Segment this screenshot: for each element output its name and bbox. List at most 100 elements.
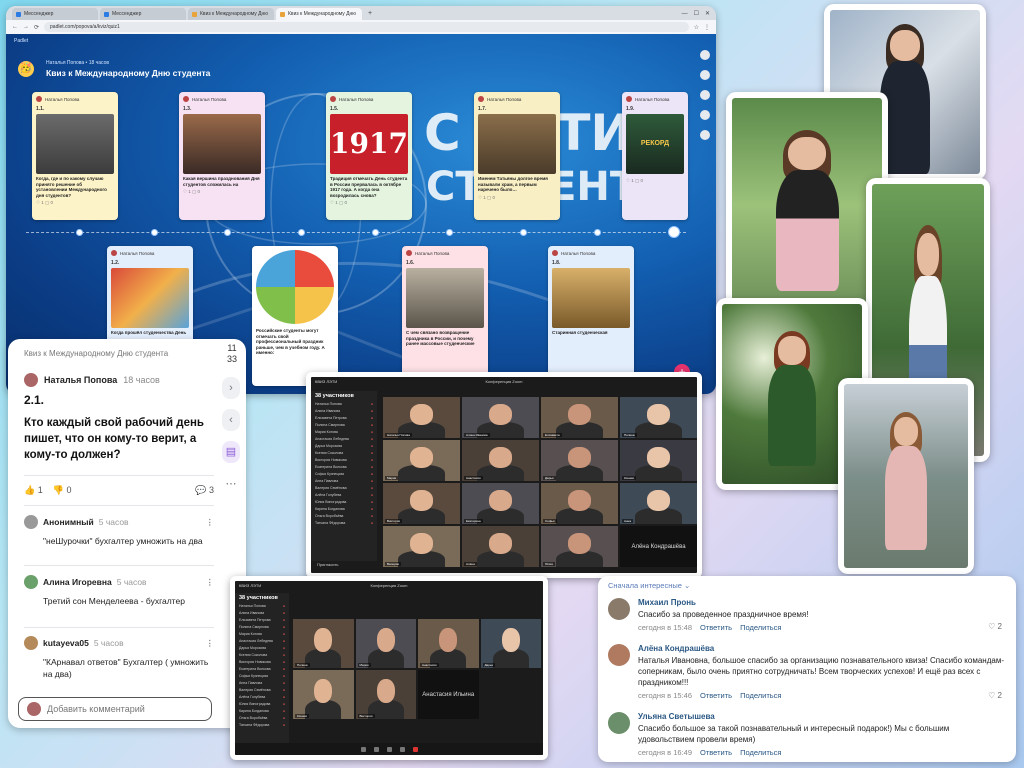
participant-item[interactable]: Екатерина Волкова ● <box>311 464 377 471</box>
participant-item[interactable]: Полина Смирнова ● <box>311 422 377 429</box>
participant-item[interactable]: Карина Богданова ● <box>235 708 289 715</box>
avatar[interactable] <box>608 644 630 666</box>
post-card[interactable]: Наталья Попова 1.3. Какая вершина праздн… <box>179 92 265 220</box>
video-tile[interactable]: Полина <box>293 619 354 668</box>
chat-icon[interactable] <box>399 746 405 752</box>
comment-author[interactable]: Михаил Пронь <box>638 598 1006 607</box>
padlet-logo[interactable]: Padlet <box>14 38 28 44</box>
post-card[interactable]: Наталья Попова 1.1. Когда, где и по како… <box>32 92 118 220</box>
back-icon[interactable]: ← <box>12 24 18 30</box>
share-icon[interactable] <box>700 70 710 80</box>
post-card[interactable]: Наталья Попова 1.8. Старинная студенческ… <box>548 246 634 376</box>
participant-item[interactable]: Валерия Семёнова ● <box>311 485 377 492</box>
participant-item[interactable]: Татьяна Фёдорова ● <box>235 722 289 729</box>
participant-item[interactable]: Софья Кузнецова ● <box>311 471 377 478</box>
video-tile[interactable]: Дарья <box>541 440 618 481</box>
timeline-node[interactable] <box>224 229 231 236</box>
more-icon[interactable] <box>700 130 710 140</box>
browser-tab[interactable]: Мессенджер <box>100 8 186 20</box>
prev-icon[interactable]: ‹ <box>222 409 240 431</box>
participant-item[interactable]: Алёна Голубева ● <box>311 492 377 499</box>
timeline-next-icon[interactable] <box>668 226 680 238</box>
video-tile[interactable]: Елизавета <box>541 397 618 438</box>
participant-item[interactable]: Анастасия Лебедева ● <box>311 436 377 443</box>
participant-item[interactable]: Анна Павлова ● <box>311 478 377 485</box>
forward-icon[interactable]: → <box>23 24 29 30</box>
participant-item[interactable]: Карина Богданова ● <box>311 506 377 513</box>
comment-icon[interactable]: ▤ <box>222 441 240 463</box>
video-tile[interactable]: Анастасия <box>462 440 539 481</box>
like-button[interactable]: 👍 1 <box>24 485 43 496</box>
reply-link[interactable]: Ответить <box>700 691 732 700</box>
video-tile[interactable]: Екатерина <box>462 483 539 524</box>
comment-author[interactable]: Алёна Кондрашёва <box>638 644 1006 653</box>
invite-button[interactable]: Пригласить <box>317 562 338 567</box>
video-tile[interactable]: Виктория <box>383 483 460 524</box>
share-link[interactable]: Поделиться <box>740 748 781 757</box>
video-tile[interactable]: Мария <box>383 440 460 481</box>
participant-item[interactable]: Ольга Воробьёва ● <box>235 715 289 722</box>
participant-item[interactable]: Юлия Виноградова ● <box>311 499 377 506</box>
video-tile[interactable]: Софья <box>541 483 618 524</box>
post-card[interactable]: Наталья Попова 1.6. С чем связано возвра… <box>402 246 488 376</box>
participant-item[interactable]: Наталья Попова ● <box>311 401 377 408</box>
leave-icon[interactable] <box>412 746 418 752</box>
timeline-node[interactable] <box>446 229 453 236</box>
timeline-node[interactable] <box>298 229 305 236</box>
participant-item[interactable]: Дарья Морозова ● <box>311 443 377 450</box>
participant-item[interactable]: Софья Кузнецова ● <box>235 673 289 680</box>
video-tile[interactable]: Дарья <box>480 619 541 668</box>
dislike-button[interactable]: 👎 0 <box>53 485 72 496</box>
add-comment-input[interactable]: Добавить комментарий <box>18 697 212 721</box>
like-button[interactable]: ♡ 2 <box>988 691 1002 700</box>
comment-menu-icon[interactable]: ⋮ <box>206 517 215 528</box>
video-tile[interactable]: Ксения <box>293 670 354 719</box>
participant-item[interactable]: Анастасия Лебедева ● <box>235 638 289 645</box>
video-tile-name-only[interactable]: Анастасия Ильина <box>418 670 479 719</box>
video-tile[interactable]: Наталья Попова <box>383 397 460 438</box>
participant-item[interactable]: Мария Котова ● <box>235 631 289 638</box>
participant-item[interactable]: Дарья Морозова ● <box>235 645 289 652</box>
url-input[interactable]: padlet.com/popova/a/kviz/quiz1 <box>44 22 689 32</box>
avatar[interactable] <box>700 50 710 60</box>
participant-item[interactable]: Ольга Воробьёва ● <box>311 513 377 520</box>
post-card[interactable]: Наталья Попова 1.9. РЕКОРД ♡ 1 ▢ 0 <box>622 92 688 220</box>
video-tile[interactable]: Алёна <box>462 526 539 567</box>
participant-item[interactable]: Екатерина Волкова ● <box>235 666 289 673</box>
post-card[interactable]: Наталья Попова 1.5. 1917 Традиция отмеча… <box>326 92 412 220</box>
timeline-node[interactable] <box>594 229 601 236</box>
browser-tab-active[interactable]: Квиз к Международному Дню <box>276 8 362 20</box>
minimize-icon[interactable]: — <box>682 8 688 20</box>
share-link[interactable]: Поделиться <box>740 691 781 700</box>
export-icon[interactable] <box>700 110 710 120</box>
timeline-node[interactable] <box>372 229 379 236</box>
reload-icon[interactable]: ⟳ <box>34 24 39 31</box>
participant-item[interactable]: Наталья Попова ● <box>235 603 289 610</box>
timeline-node[interactable] <box>520 229 527 236</box>
browser-tab[interactable]: Мессенджер <box>12 8 98 20</box>
participant-item[interactable]: Алёна Голубева ● <box>235 694 289 701</box>
next-icon[interactable]: › <box>222 377 240 399</box>
participant-item[interactable]: Виктория Новикова ● <box>235 659 289 666</box>
avatar[interactable] <box>608 598 630 620</box>
post-reactions[interactable]: ♡ 1 ▢ 0 <box>622 176 688 186</box>
like-button[interactable]: ♡ 2 <box>988 622 1002 631</box>
video-tile[interactable]: Юлия <box>541 526 618 567</box>
post-card[interactable]: Наталья Попова 1.7. Именем Татьяны долго… <box>474 92 560 220</box>
post-reactions[interactable]: ♡ 1 ▢ 0 <box>474 193 560 203</box>
participant-item[interactable]: Елизавета Петрова ● <box>311 415 377 422</box>
camera-icon[interactable] <box>373 746 379 752</box>
sort-dropdown[interactable]: Сначала интересные ⌄ <box>608 581 690 590</box>
menu-icon[interactable]: ⋮ <box>704 24 710 31</box>
video-tile[interactable]: Виктория <box>355 670 416 719</box>
participant-item[interactable]: Алина Иванова ● <box>311 408 377 415</box>
video-tile[interactable]: Полина <box>620 397 697 438</box>
participant-item[interactable]: Юлия Виноградова ● <box>235 701 289 708</box>
new-tab-icon[interactable]: + <box>364 8 376 20</box>
participant-item[interactable]: Анна Павлова ● <box>235 680 289 687</box>
post-reactions[interactable]: ♡ 1 ▢ 0 <box>32 198 118 208</box>
video-tile[interactable]: Алина Иванова <box>462 397 539 438</box>
participant-item[interactable]: Валерия Семёнова ● <box>235 687 289 694</box>
participant-item[interactable]: Татьяна Фёдорова ● <box>311 520 377 527</box>
more-icon[interactable]: ⋯ <box>222 473 240 495</box>
